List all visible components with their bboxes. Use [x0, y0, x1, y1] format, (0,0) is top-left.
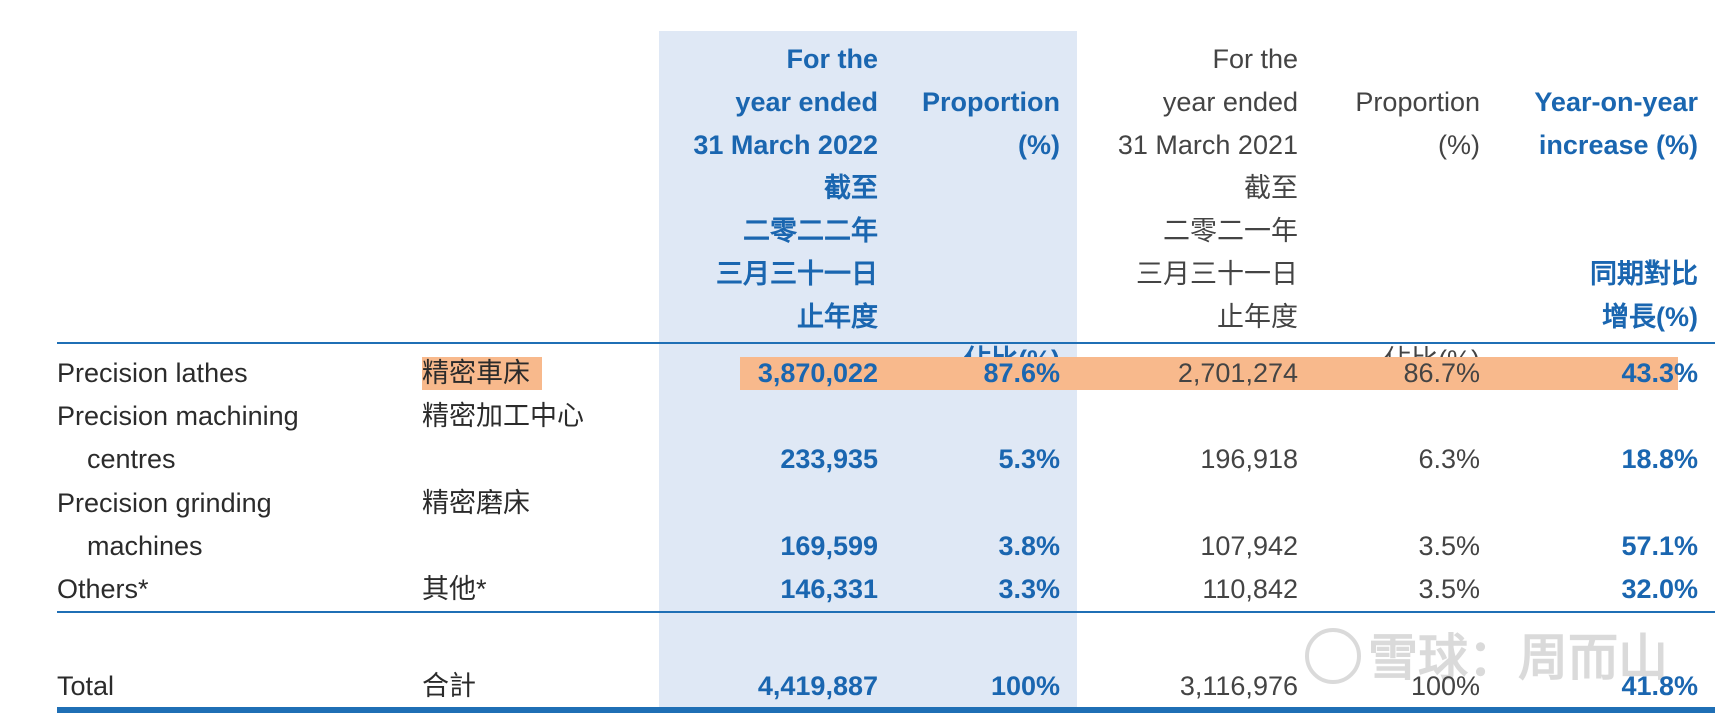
total-value-2022: 4,419,887	[757, 671, 878, 701]
proportion-2021: 3.5%	[1418, 574, 1480, 604]
total-proportion-2022: 100%	[990, 671, 1060, 701]
row-label-zh: 精密磨床	[422, 488, 530, 518]
header-proportion-2021: Proportion (%) 佔比(%)	[1355, 87, 1480, 375]
total-label-zh: 合計	[422, 671, 476, 701]
yoy-increase: 43.3%	[1621, 358, 1698, 388]
row-label-en: Precision lathes	[57, 358, 248, 388]
total-yoy-increase: 41.8%	[1621, 671, 1698, 701]
value-2021: 107,942	[1200, 531, 1298, 561]
proportion-2021: 86.7%	[1403, 358, 1480, 388]
row-label-zh: 精密加工中心	[422, 401, 584, 431]
value-2022: 233,935	[780, 444, 878, 474]
yoy-increase: 57.1%	[1621, 531, 1698, 561]
row-label-en: Precision machining	[57, 401, 299, 431]
value-2022: 3,870,022	[757, 358, 878, 388]
value-2021: 110,842	[1202, 574, 1298, 604]
header-2021: For the year ended 31 March 2021 截至 二零二一…	[1117, 44, 1298, 332]
value-2021: 2,701,274	[1177, 358, 1298, 388]
row-label-zh: 其他*	[422, 574, 487, 604]
header-rule	[57, 342, 1715, 344]
row-label-en-cont: machines	[87, 531, 203, 561]
row-label-en: Others*	[57, 574, 149, 604]
value-2022: 146,331	[780, 574, 878, 604]
row-label-en-cont: centres	[87, 444, 176, 474]
total-label-en: Total	[57, 671, 115, 701]
proportion-2022: 3.3%	[998, 574, 1060, 604]
value-2021: 196,918	[1200, 444, 1298, 474]
total-value-2021: 3,116,976	[1179, 671, 1298, 701]
header-yoy: Year-on-year increase (%) 同期對比 增長(%)	[1534, 87, 1698, 332]
value-2022: 169,599	[780, 531, 878, 561]
yoy-increase: 32.0%	[1621, 574, 1698, 604]
bottom-rule	[57, 707, 1715, 713]
proportion-2021: 6.3%	[1418, 444, 1480, 474]
proportion-2021: 3.5%	[1418, 531, 1480, 561]
header-proportion-2022: Proportion (%) 佔比(%)	[922, 87, 1060, 375]
row-label-zh: 精密車床	[422, 358, 530, 388]
header-2022: For the year ended 31 March 2022 截至 二零二二…	[693, 44, 878, 332]
total-proportion-2021: 100%	[1410, 671, 1480, 701]
proportion-2022: 87.6%	[983, 358, 1060, 388]
proportion-2022: 5.3%	[998, 444, 1060, 474]
row-label-en: Precision grinding	[57, 488, 272, 518]
yoy-increase: 18.8%	[1621, 444, 1698, 474]
subtotal-rule	[57, 611, 1715, 613]
proportion-2022: 3.8%	[998, 531, 1060, 561]
